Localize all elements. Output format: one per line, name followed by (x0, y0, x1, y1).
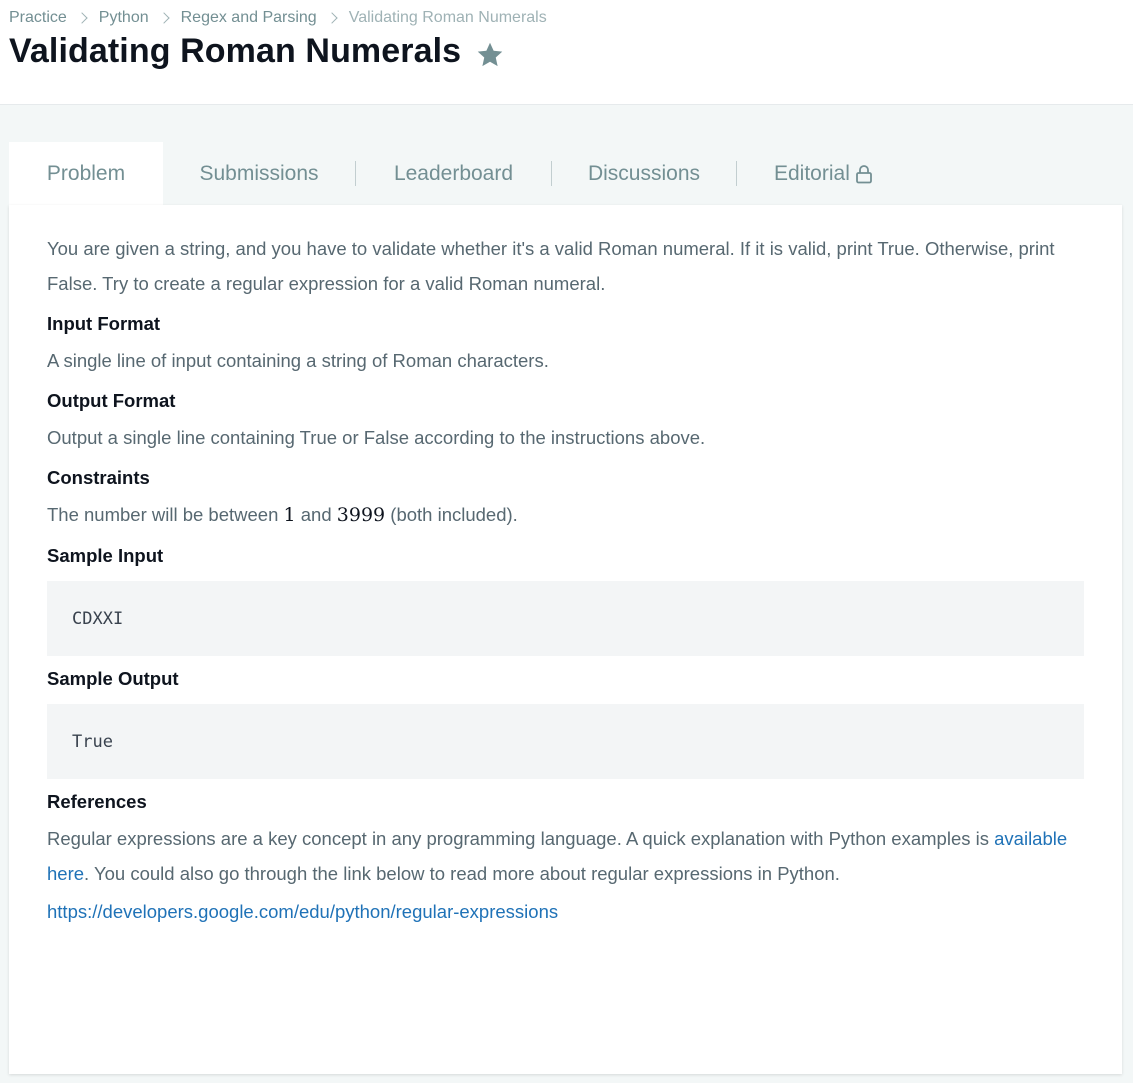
constraints-heading: Constraints (47, 467, 150, 488)
breadcrumb-practice[interactable]: Practice (9, 9, 67, 27)
breadcrumb: Practice Python Regex and Parsing Valida… (9, 8, 547, 28)
problem-tabs: Problem Submissions Leaderboard Discussi… (9, 142, 1122, 205)
sample-input-block: CDXXI (47, 581, 1084, 656)
constraints-text: The number will be between 1 and 3999 (b… (47, 497, 1084, 533)
references-text: Regular expressions are a key concept in… (47, 821, 1084, 891)
title-row: Validating Roman Numerals (9, 32, 506, 71)
tab-label: Discussions (587, 161, 701, 185)
tab-discussions[interactable]: Discussions (552, 142, 736, 205)
tab-editorial[interactable]: Editorial (737, 142, 911, 205)
sample-output-heading: Sample Output (47, 668, 179, 689)
output-format-text: Output a single line containing True or … (47, 427, 706, 448)
output-format-heading: Output Format (47, 390, 176, 411)
tab-label: Problem (46, 161, 126, 185)
problem-intro: You are given a string, and you have to … (47, 238, 1055, 294)
page-title: Validating Roman Numerals (9, 32, 462, 70)
references-url-line: https://developers.google.com/edu/python… (47, 894, 1084, 929)
lock-icon (855, 164, 872, 183)
star-icon[interactable] (474, 40, 506, 70)
references-post: . You could also go through the link bel… (84, 863, 840, 884)
tab-problem[interactable]: Problem (9, 142, 163, 205)
constraints-post: (both included). (385, 504, 518, 525)
chevron-right-icon (326, 12, 338, 24)
references-pre: Regular expressions are a key concept in… (47, 828, 995, 849)
tab-label: Editorial (774, 161, 850, 185)
problem-statement: You are given a string, and you have to … (9, 205, 1122, 1074)
constraint-max-value: 3999 (336, 504, 386, 526)
constraints-mid: and (295, 504, 337, 525)
constraints-pre: The number will be between (47, 504, 284, 525)
references-heading: References (47, 791, 147, 812)
breadcrumb-python[interactable]: Python (99, 9, 149, 27)
tab-leaderboard[interactable]: Leaderboard (356, 142, 551, 205)
input-format-text: A single line of input containing a stri… (47, 350, 549, 371)
sample-output-block: True (47, 704, 1084, 779)
input-format-heading: Input Format (47, 313, 161, 334)
tab-label: Submissions (199, 161, 319, 185)
sample-input-heading: Sample Input (47, 545, 164, 566)
constraint-min-value: 1 (283, 504, 296, 526)
breadcrumb-regex-and-parsing[interactable]: Regex and Parsing (181, 9, 317, 27)
chevron-right-icon (157, 12, 170, 24)
chevron-right-icon (76, 12, 88, 24)
regex-docs-link[interactable]: https://developers.google.com/edu/python… (47, 901, 558, 922)
tab-label: Leaderboard (393, 161, 514, 185)
page-header: Practice Python Regex and Parsing Valida… (0, 0, 1133, 105)
tab-submissions[interactable]: Submissions (163, 142, 355, 205)
breadcrumb-current: Validating Roman Numerals (348, 9, 547, 26)
